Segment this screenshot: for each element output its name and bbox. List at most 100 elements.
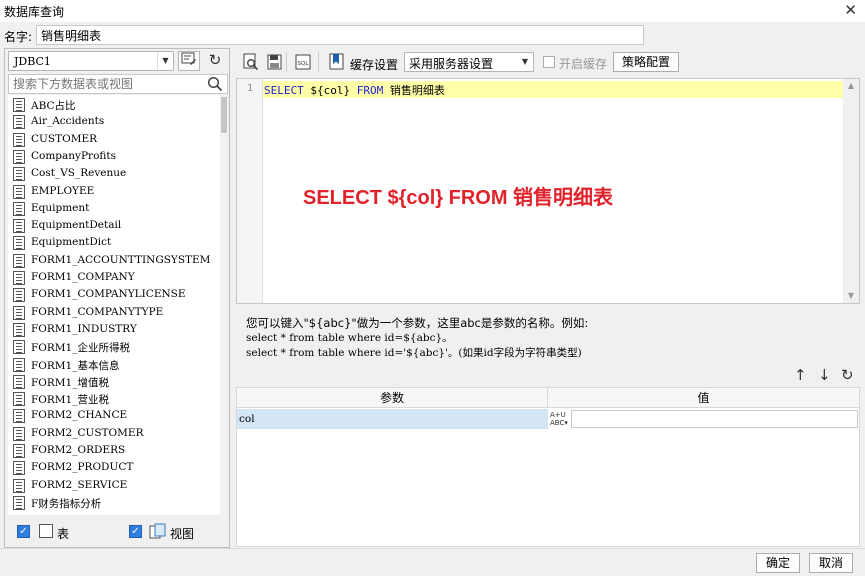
list-item[interactable]: CompanyProfits [11,148,216,165]
table-icon [13,132,25,147]
table-name: FORM1_增值税 [31,376,109,389]
table-icon [13,305,25,320]
table-name: FORM1_企业所得税 [31,342,130,355]
scroll-up-icon[interactable]: ▲ [843,79,859,93]
table-icon [13,374,25,389]
list-item[interactable]: FORM2_CUSTOMER [11,425,216,442]
sql-keyword: FROM [356,84,384,97]
edit-datasource-button[interactable] [178,51,200,71]
move-down-icon[interactable]: ↓ [818,366,831,384]
table-search-input[interactable] [9,75,199,93]
cache-mode-select[interactable]: 采用服务器设置 ▼ [404,52,534,72]
sql-editor[interactable]: 1 SELECT ${col} FROM 销售明细表 SELECT ${col}… [236,78,860,304]
list-item[interactable]: FORM1_COMPANYTYPE [11,304,216,321]
list-item[interactable]: F财务指标分析 [11,494,216,511]
table-icon [39,524,53,538]
toolbar-divider [318,52,319,72]
list-item[interactable]: FORM1_INDUSTRY [11,321,216,338]
type-selector-icon[interactable]: A+U ABC▾ [548,409,570,429]
save-icon[interactable] [266,53,284,71]
table-name: CompanyProfits [31,149,117,162]
move-up-icon[interactable]: ↑ [794,366,807,384]
enable-cache-checkbox[interactable] [543,56,555,68]
list-item[interactable]: EquipmentDict [11,234,216,251]
list-item[interactable]: Equipment [11,200,216,217]
table-search[interactable] [8,74,228,94]
table-icon [13,288,25,303]
list-item[interactable]: FORM1_增值税 [11,373,216,390]
table-icon [13,271,25,285]
tables-checkbox[interactable]: ✓ [17,525,30,538]
window-title: 数据库查询 [4,5,65,19]
table-name: Air_Accidents [31,115,105,128]
table-name: EMPLOYEE [31,184,95,197]
list-item[interactable]: FORM2_CHANCE [11,407,216,424]
table-icon [13,115,25,130]
views-filter-label: 视图 [170,527,195,541]
value-column-header: 值 [697,391,710,405]
chevron-down-icon: ▼ [157,52,173,70]
refresh-button[interactable]: ↻ [204,51,226,71]
table-name: FORM1_基本信息 [31,359,120,372]
sql-annotation: SELECT ${col} FROM 销售明细表 [303,187,614,209]
sql-format-icon[interactable]: SQL [294,53,312,71]
view-icon [149,523,166,539]
table-name: ABC占比 [31,100,76,112]
table-list: ABC占比 Air_Accidents CUSTOMER CompanyProfits… [8,95,228,515]
list-item[interactable]: FORM1_COMPANYLICENSE [11,286,216,303]
list-item[interactable]: EMPLOYEE [11,183,216,200]
table-name: Equipment [31,201,90,214]
help-example: select * from table where id='${abc}'。(如… [246,347,582,359]
param-actions: ↑ ↓ ↻ [794,366,860,384]
table-icon [13,322,25,337]
table-row[interactable]: col A+U ABC▾ [237,409,859,429]
list-item[interactable]: FORM1_ACCOUNTTINGSYSTEM [11,252,216,269]
param-name[interactable]: col [237,409,548,429]
sql-code-line[interactable]: SELECT ${col} FROM 销售明细表 [264,82,445,98]
table-icon [13,219,25,234]
editor-scrollbar[interactable]: ▲ ▼ [843,79,859,303]
cache-bookmark-icon [329,53,344,70]
views-checkbox[interactable]: ✓ [129,525,142,538]
list-item[interactable]: FORM1_企业所得税 [11,338,216,355]
list-item[interactable]: ABC占比 [11,96,216,113]
tables-filter-label: 表 [57,527,70,541]
table-browser-panel: JDBC1 ▼ ↻ ABC占比Air_AccidentsCUSTOMERCom [4,48,230,548]
scroll-down-icon[interactable]: ▼ [843,289,859,303]
dialog-footer: 确定 取消 [0,548,865,576]
list-item[interactable]: FORM2_ORDERS [11,442,216,459]
list-item[interactable]: FORM2_SERVICE [11,477,216,494]
close-icon[interactable]: ✕ [844,1,857,19]
list-item[interactable]: FORM1_基本信息 [11,356,216,373]
list-item[interactable]: FORM1_营业税 [11,390,216,407]
list-item[interactable]: CUSTOMER [11,131,216,148]
list-item[interactable]: Cost_VS_Revenue [11,165,216,182]
name-input[interactable] [36,25,644,45]
table-icon [13,495,25,510]
datasource-select[interactable]: JDBC1 ▼ [8,51,174,71]
edit-connection-icon [181,52,196,65]
ok-button[interactable]: 确定 [756,553,800,573]
list-item[interactable]: FORM2_PRODUCT [11,459,216,476]
table-name: FORM2_PRODUCT [31,461,134,474]
table-name: FORM2_CHANCE [31,409,128,422]
line-number: 1 [247,83,254,94]
list-filter-footer: ✓ 表 ✓ 视图 [8,520,228,546]
table-icon [13,236,25,251]
list-item[interactable]: FORM1_COMPANY [11,269,216,286]
search-icon[interactable] [207,76,223,92]
table-icon [13,478,25,493]
parameters-table: 参数 值 col A+U ABC▾ [236,387,860,547]
preview-icon[interactable] [242,53,260,71]
param-value-input[interactable] [571,410,858,428]
policy-config-button[interactable]: 策略配置 [613,52,679,72]
list-item[interactable]: Air_Accidents [11,113,216,130]
cache-settings-label: 缓存设置 [350,58,399,72]
cancel-button[interactable]: 取消 [809,553,853,573]
list-item[interactable]: EquipmentDetail [11,217,216,234]
refresh-params-icon[interactable]: ↻ [841,366,854,384]
scrollbar-thumb[interactable] [221,97,227,133]
table-icon [13,444,25,458]
table-name: CUSTOMER [31,132,98,145]
table-list-scrollbar[interactable] [220,95,228,515]
